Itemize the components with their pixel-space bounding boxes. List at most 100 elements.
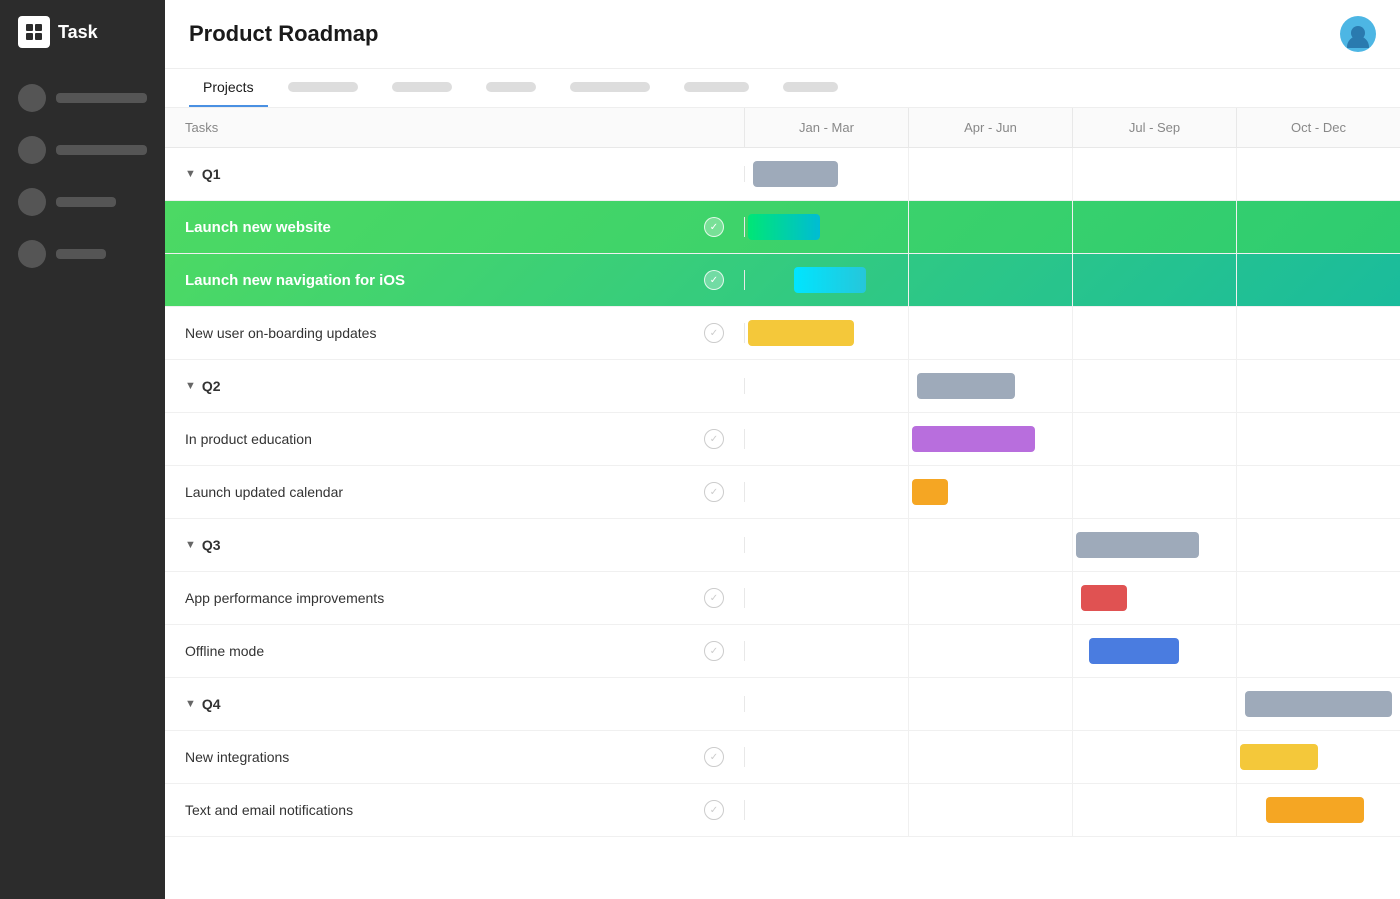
integrations-cell: New integrations ✓ bbox=[165, 747, 745, 767]
launch-website-cell: Launch new website ✓ bbox=[165, 217, 745, 237]
q4-label-cell: ▼ Q4 bbox=[165, 696, 745, 712]
group-q3[interactable]: ▼ Q3 bbox=[165, 519, 1400, 572]
gantt-header: Tasks Jan - Mar Apr - Jun Jul - Sep Oct … bbox=[165, 108, 1400, 148]
offline-label: Offline mode bbox=[185, 643, 264, 659]
performance-check: ✓ bbox=[704, 588, 724, 608]
task-onboarding[interactable]: New user on-boarding updates ✓ bbox=[165, 307, 1400, 360]
q1-period-apr bbox=[909, 148, 1073, 200]
int-p4 bbox=[1237, 731, 1400, 783]
onboarding-bar-area bbox=[745, 307, 1400, 359]
page-title: Product Roadmap bbox=[189, 21, 378, 47]
cal-p3 bbox=[1073, 466, 1237, 518]
cal-p4 bbox=[1237, 466, 1400, 518]
q4-collapse-arrow[interactable]: ▼ bbox=[185, 698, 196, 710]
tab-projects[interactable]: Projects bbox=[189, 69, 268, 107]
off-p4 bbox=[1237, 625, 1400, 677]
perf-p4 bbox=[1237, 572, 1400, 624]
tab-2[interactable] bbox=[274, 72, 372, 104]
q3-bar-area bbox=[745, 519, 1400, 571]
integrations-bar bbox=[1240, 744, 1318, 770]
ob-p2 bbox=[909, 307, 1073, 359]
offline-cell: Offline mode ✓ bbox=[165, 641, 745, 661]
tab-3[interactable] bbox=[378, 72, 466, 104]
task-calendar[interactable]: Launch updated calendar ✓ bbox=[165, 466, 1400, 519]
ed-p2 bbox=[909, 413, 1073, 465]
education-label: In product education bbox=[185, 431, 312, 447]
ed-p4 bbox=[1237, 413, 1400, 465]
off-p2 bbox=[909, 625, 1073, 677]
period-q3: Jul - Sep bbox=[1073, 108, 1237, 147]
performance-cell: App performance improvements ✓ bbox=[165, 588, 745, 608]
tab-pill-6 bbox=[684, 82, 749, 92]
group-q4[interactable]: ▼ Q4 bbox=[165, 678, 1400, 731]
launch-nav-cell: Launch new navigation for iOS ✓ bbox=[165, 270, 745, 290]
launch-nav-label: Launch new navigation for iOS bbox=[185, 272, 405, 289]
ln-p4 bbox=[1237, 254, 1400, 306]
q2-bar-area bbox=[745, 360, 1400, 412]
sidebar-item-3[interactable] bbox=[0, 178, 165, 226]
ob-p3 bbox=[1073, 307, 1237, 359]
launch-website-label: Launch new website bbox=[185, 219, 331, 236]
integrations-check: ✓ bbox=[704, 747, 724, 767]
email-check: ✓ bbox=[704, 800, 724, 820]
task-education[interactable]: In product education ✓ bbox=[165, 413, 1400, 466]
q4-p3 bbox=[1073, 678, 1237, 730]
app-logo[interactable]: Task bbox=[0, 0, 165, 64]
sidebar-item-1[interactable] bbox=[0, 74, 165, 122]
tab-7[interactable] bbox=[769, 72, 852, 104]
q1-bar-area bbox=[745, 148, 1400, 200]
ln-p2 bbox=[909, 254, 1073, 306]
group-q2[interactable]: ▼ Q2 bbox=[165, 360, 1400, 413]
nav-line-2 bbox=[56, 145, 147, 155]
em-p3 bbox=[1073, 784, 1237, 836]
gantt-chart: Tasks Jan - Mar Apr - Jun Jul - Sep Oct … bbox=[165, 108, 1400, 899]
integrations-bar-area bbox=[745, 731, 1400, 783]
performance-label: App performance improvements bbox=[185, 590, 384, 606]
integrations-label: New integrations bbox=[185, 749, 289, 765]
sidebar: Task bbox=[0, 0, 165, 899]
email-bar-area bbox=[745, 784, 1400, 836]
sidebar-item-4[interactable] bbox=[0, 230, 165, 278]
nav-line-1 bbox=[56, 93, 147, 103]
calendar-label: Launch updated calendar bbox=[185, 484, 343, 500]
q2-p1 bbox=[745, 360, 909, 412]
q3-collapse-arrow[interactable]: ▼ bbox=[185, 539, 196, 551]
q2-label: ▼ Q2 bbox=[185, 378, 221, 394]
task-performance[interactable]: App performance improvements ✓ bbox=[165, 572, 1400, 625]
tab-4[interactable] bbox=[472, 72, 550, 104]
launch-nav-bar-area bbox=[745, 254, 1400, 306]
onboarding-cell: New user on-boarding updates ✓ bbox=[165, 323, 745, 343]
avatar[interactable] bbox=[1340, 16, 1376, 52]
offline-check: ✓ bbox=[704, 641, 724, 661]
tab-pill-7 bbox=[783, 82, 838, 92]
q1-group-bar bbox=[753, 161, 838, 187]
em-p4 bbox=[1237, 784, 1400, 836]
calendar-check: ✓ bbox=[704, 482, 724, 502]
task-offline[interactable]: Offline mode ✓ bbox=[165, 625, 1400, 678]
q3-p2 bbox=[909, 519, 1073, 571]
q1-period-oct bbox=[1237, 148, 1400, 200]
period-q2: Apr - Jun bbox=[909, 108, 1073, 147]
task-email[interactable]: Text and email notifications ✓ bbox=[165, 784, 1400, 837]
off-p3 bbox=[1073, 625, 1237, 677]
lw-p2 bbox=[909, 201, 1073, 253]
tab-6[interactable] bbox=[670, 72, 763, 104]
tab-5[interactable] bbox=[556, 72, 664, 104]
task-integrations[interactable]: New integrations ✓ bbox=[165, 731, 1400, 784]
logo-icon bbox=[18, 16, 50, 48]
performance-bar-area bbox=[745, 572, 1400, 624]
onboarding-check: ✓ bbox=[704, 323, 724, 343]
group-q1[interactable]: ▼ Q1 bbox=[165, 148, 1400, 201]
sidebar-item-2[interactable] bbox=[0, 126, 165, 174]
content-area: Tasks Jan - Mar Apr - Jun Jul - Sep Oct … bbox=[165, 108, 1400, 899]
q1-collapse-arrow[interactable]: ▼ bbox=[185, 168, 196, 180]
launch-website-bar-area bbox=[745, 201, 1400, 253]
offline-bar-area bbox=[745, 625, 1400, 677]
ln-p3 bbox=[1073, 254, 1237, 306]
launch-nav-bar bbox=[794, 267, 866, 293]
nav-line-4 bbox=[56, 249, 106, 259]
task-launch-website[interactable]: Launch new website ✓ bbox=[165, 201, 1400, 254]
task-launch-nav[interactable]: Launch new navigation for iOS ✓ bbox=[165, 254, 1400, 307]
q2-collapse-arrow[interactable]: ▼ bbox=[185, 380, 196, 392]
q3-p4 bbox=[1237, 519, 1400, 571]
